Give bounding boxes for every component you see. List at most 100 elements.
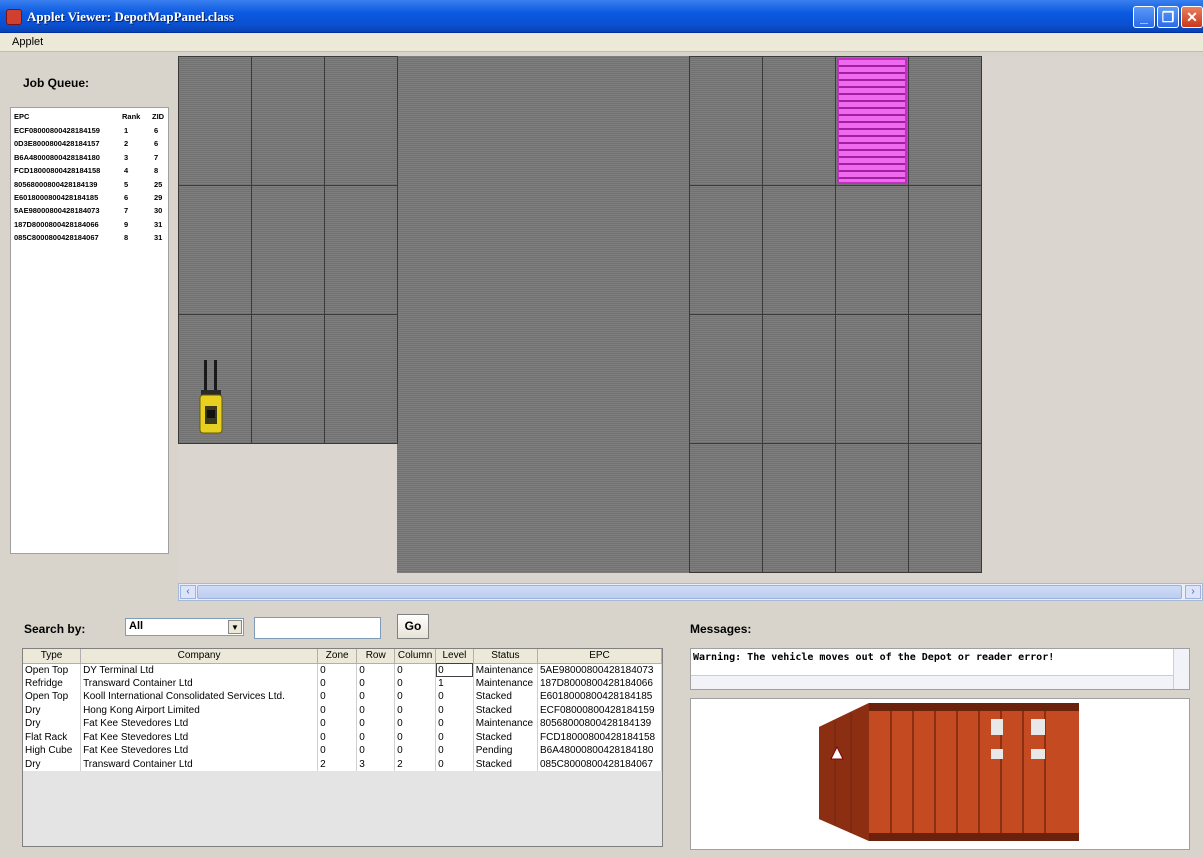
map-slot[interactable] <box>689 185 763 315</box>
table-cell-status[interactable]: Stacked <box>473 757 539 771</box>
map-horizontal-scrollbar[interactable]: ‹ › <box>178 583 1203 601</box>
table-cell-row[interactable]: 0 <box>356 690 396 704</box>
table-cell-type[interactable]: Open Top <box>23 663 82 677</box>
job-queue-row[interactable]: 80568000800428184139 5 25 <box>13 178 169 191</box>
menu-item-applet[interactable]: Applet <box>12 36 43 48</box>
table-cell-company[interactable]: Fat Kee Stevedores Ltd <box>80 744 319 758</box>
messages-vertical-scrollbar[interactable] <box>1173 649 1189 689</box>
table-cell-level[interactable]: 0 <box>435 757 474 771</box>
table-cell-status[interactable]: Stacked <box>473 690 539 704</box>
column-header-level[interactable]: Level <box>435 649 474 664</box>
job-queue-row[interactable]: 0D3E8000800428184157 2 6 <box>13 137 169 150</box>
table-cell-company[interactable]: Fat Kee Stevedores Ltd <box>80 717 319 731</box>
map-slot[interactable] <box>324 56 398 186</box>
table-cell-zone[interactable]: 2 <box>317 757 358 771</box>
table-cell-company[interactable]: Hong Kong Airport Limited <box>80 703 319 717</box>
table-cell-type[interactable]: Dry <box>23 757 82 771</box>
table-cell-level[interactable]: 0 <box>435 717 474 731</box>
table-cell-epc[interactable]: 80568000800428184139 <box>537 717 662 731</box>
go-button[interactable]: Go <box>397 614 429 639</box>
map-slot[interactable] <box>762 443 836 573</box>
table-cell-level[interactable]: 0 <box>435 744 474 758</box>
maximize-button[interactable]: ❐ <box>1157 6 1179 28</box>
table-cell-status[interactable]: Pending <box>473 744 539 758</box>
column-header-epc[interactable]: EPC <box>537 649 662 664</box>
job-queue-row[interactable]: 085C8000800428184067 8 31 <box>13 231 169 244</box>
table-cell-epc[interactable]: 085C8000800428184067 <box>537 757 662 771</box>
table-cell-column[interactable]: 0 <box>394 730 437 744</box>
table-cell-column[interactable]: 0 <box>394 703 437 717</box>
table-cell-epc[interactable]: 5AE98000800428184073 <box>537 663 662 677</box>
table-row[interactable]: Open Top Kooll International Consolidate… <box>23 690 662 704</box>
map-slot[interactable] <box>835 443 909 573</box>
table-cell-status[interactable]: Maintenance <box>473 676 539 690</box>
table-row[interactable]: Dry Fat Kee Stevedores Ltd 0 0 0 0 Maintenance… <box>23 717 662 731</box>
table-cell-epc[interactable]: E6018000800428184185 <box>537 690 662 704</box>
table-cell-row[interactable]: 0 <box>356 730 396 744</box>
table-cell-epc[interactable]: B6A48000800428184180 <box>537 744 662 758</box>
map-slot[interactable] <box>835 314 909 444</box>
map-slot[interactable] <box>324 314 398 444</box>
table-cell-row[interactable]: 0 <box>356 676 396 690</box>
map-slot[interactable] <box>908 443 982 573</box>
table-cell-company[interactable]: Transward Container Ltd <box>80 676 319 690</box>
forklift-icon[interactable] <box>198 360 224 434</box>
map-slot[interactable] <box>762 185 836 315</box>
table-cell-status[interactable]: Maintenance <box>473 717 539 731</box>
table-cell-epc[interactable]: ECF08000800428184159 <box>537 703 662 717</box>
search-input[interactable] <box>254 617 381 639</box>
column-header-column[interactable]: Column <box>394 649 437 664</box>
column-header-status[interactable]: Status <box>473 649 539 664</box>
messages-horizontal-scrollbar[interactable] <box>691 675 1173 689</box>
table-cell-level[interactable]: 0 <box>435 690 474 704</box>
table-row[interactable]: Dry Transward Container Ltd 2 3 2 0 Stacked 085… <box>23 757 662 771</box>
map-slot[interactable] <box>251 185 325 315</box>
table-cell-type[interactable]: Flat Rack <box>23 730 82 744</box>
table-cell-zone[interactable]: 0 <box>317 717 358 731</box>
results-table[interactable]: Type Company Zone Row Column Level Status EPC O… <box>22 648 663 847</box>
table-row[interactable]: Refridge Transward Container Ltd 0 0 0 1 Maint… <box>23 676 662 690</box>
table-cell-row[interactable]: 3 <box>356 757 396 771</box>
job-queue-row[interactable]: B6A48000800428184180 3 7 <box>13 151 169 164</box>
table-cell-row[interactable]: 0 <box>356 663 396 677</box>
table-cell-row[interactable]: 0 <box>356 703 396 717</box>
table-cell-zone[interactable]: 0 <box>317 744 358 758</box>
table-cell-epc[interactable]: FCD18000800428184158 <box>537 730 662 744</box>
table-cell-status[interactable]: Maintenance <box>473 663 539 677</box>
map-slot[interactable] <box>908 314 982 444</box>
table-cell-status[interactable]: Stacked <box>473 703 539 717</box>
map-slot[interactable] <box>835 185 909 315</box>
table-row[interactable]: Flat Rack Fat Kee Stevedores Ltd 0 0 0 0 Stack… <box>23 730 662 744</box>
scroll-right-icon[interactable]: › <box>1185 585 1201 599</box>
map-slot[interactable] <box>689 443 763 573</box>
table-cell-column[interactable]: 0 <box>394 663 437 677</box>
map-slot[interactable] <box>908 185 982 315</box>
column-header-zone[interactable]: Zone <box>317 649 358 664</box>
map-slot[interactable] <box>178 185 252 315</box>
table-cell-type[interactable]: Dry <box>23 717 82 731</box>
table-cell-column[interactable]: 0 <box>394 676 437 690</box>
map-slot[interactable] <box>908 56 982 186</box>
job-queue-row[interactable]: 5AE98000800428184073 7 30 <box>13 204 169 217</box>
table-cell-epc[interactable]: 187D8000800428184066 <box>537 676 662 690</box>
table-cell-status[interactable]: Stacked <box>473 730 539 744</box>
scroll-thumb[interactable] <box>197 585 1182 599</box>
table-cell-zone[interactable]: 0 <box>317 730 358 744</box>
table-cell-column[interactable]: 2 <box>394 757 437 771</box>
table-row[interactable]: High Cube Fat Kee Stevedores Ltd 0 0 0 0 Pendi… <box>23 744 662 758</box>
table-cell-row[interactable]: 0 <box>356 717 396 731</box>
depot-map[interactable] <box>178 56 1203 583</box>
table-cell-zone[interactable]: 0 <box>317 703 358 717</box>
table-row[interactable]: Open Top DY Terminal Ltd 0 0 0 0 Maintenance 5A… <box>23 663 662 677</box>
chevron-down-icon[interactable]: ▼ <box>228 620 242 634</box>
column-header-company[interactable]: Company <box>80 649 319 664</box>
column-header-type[interactable]: Type <box>23 649 82 664</box>
table-cell-zone[interactable]: 0 <box>317 663 358 677</box>
search-field-select[interactable]: All ▼ <box>125 618 244 636</box>
table-row[interactable]: Dry Hong Kong Airport Limited 0 0 0 0 Stacked E… <box>23 703 662 717</box>
job-queue-row[interactable]: 187D8000800428184066 9 31 <box>13 218 169 231</box>
map-slot[interactable] <box>251 56 325 186</box>
selected-container[interactable] <box>837 58 907 184</box>
job-queue-list[interactable]: EPC Rank ZID ECF08000800428184159 1 6 0D3E8… <box>10 107 169 554</box>
close-button[interactable]: ✕ <box>1181 6 1203 28</box>
